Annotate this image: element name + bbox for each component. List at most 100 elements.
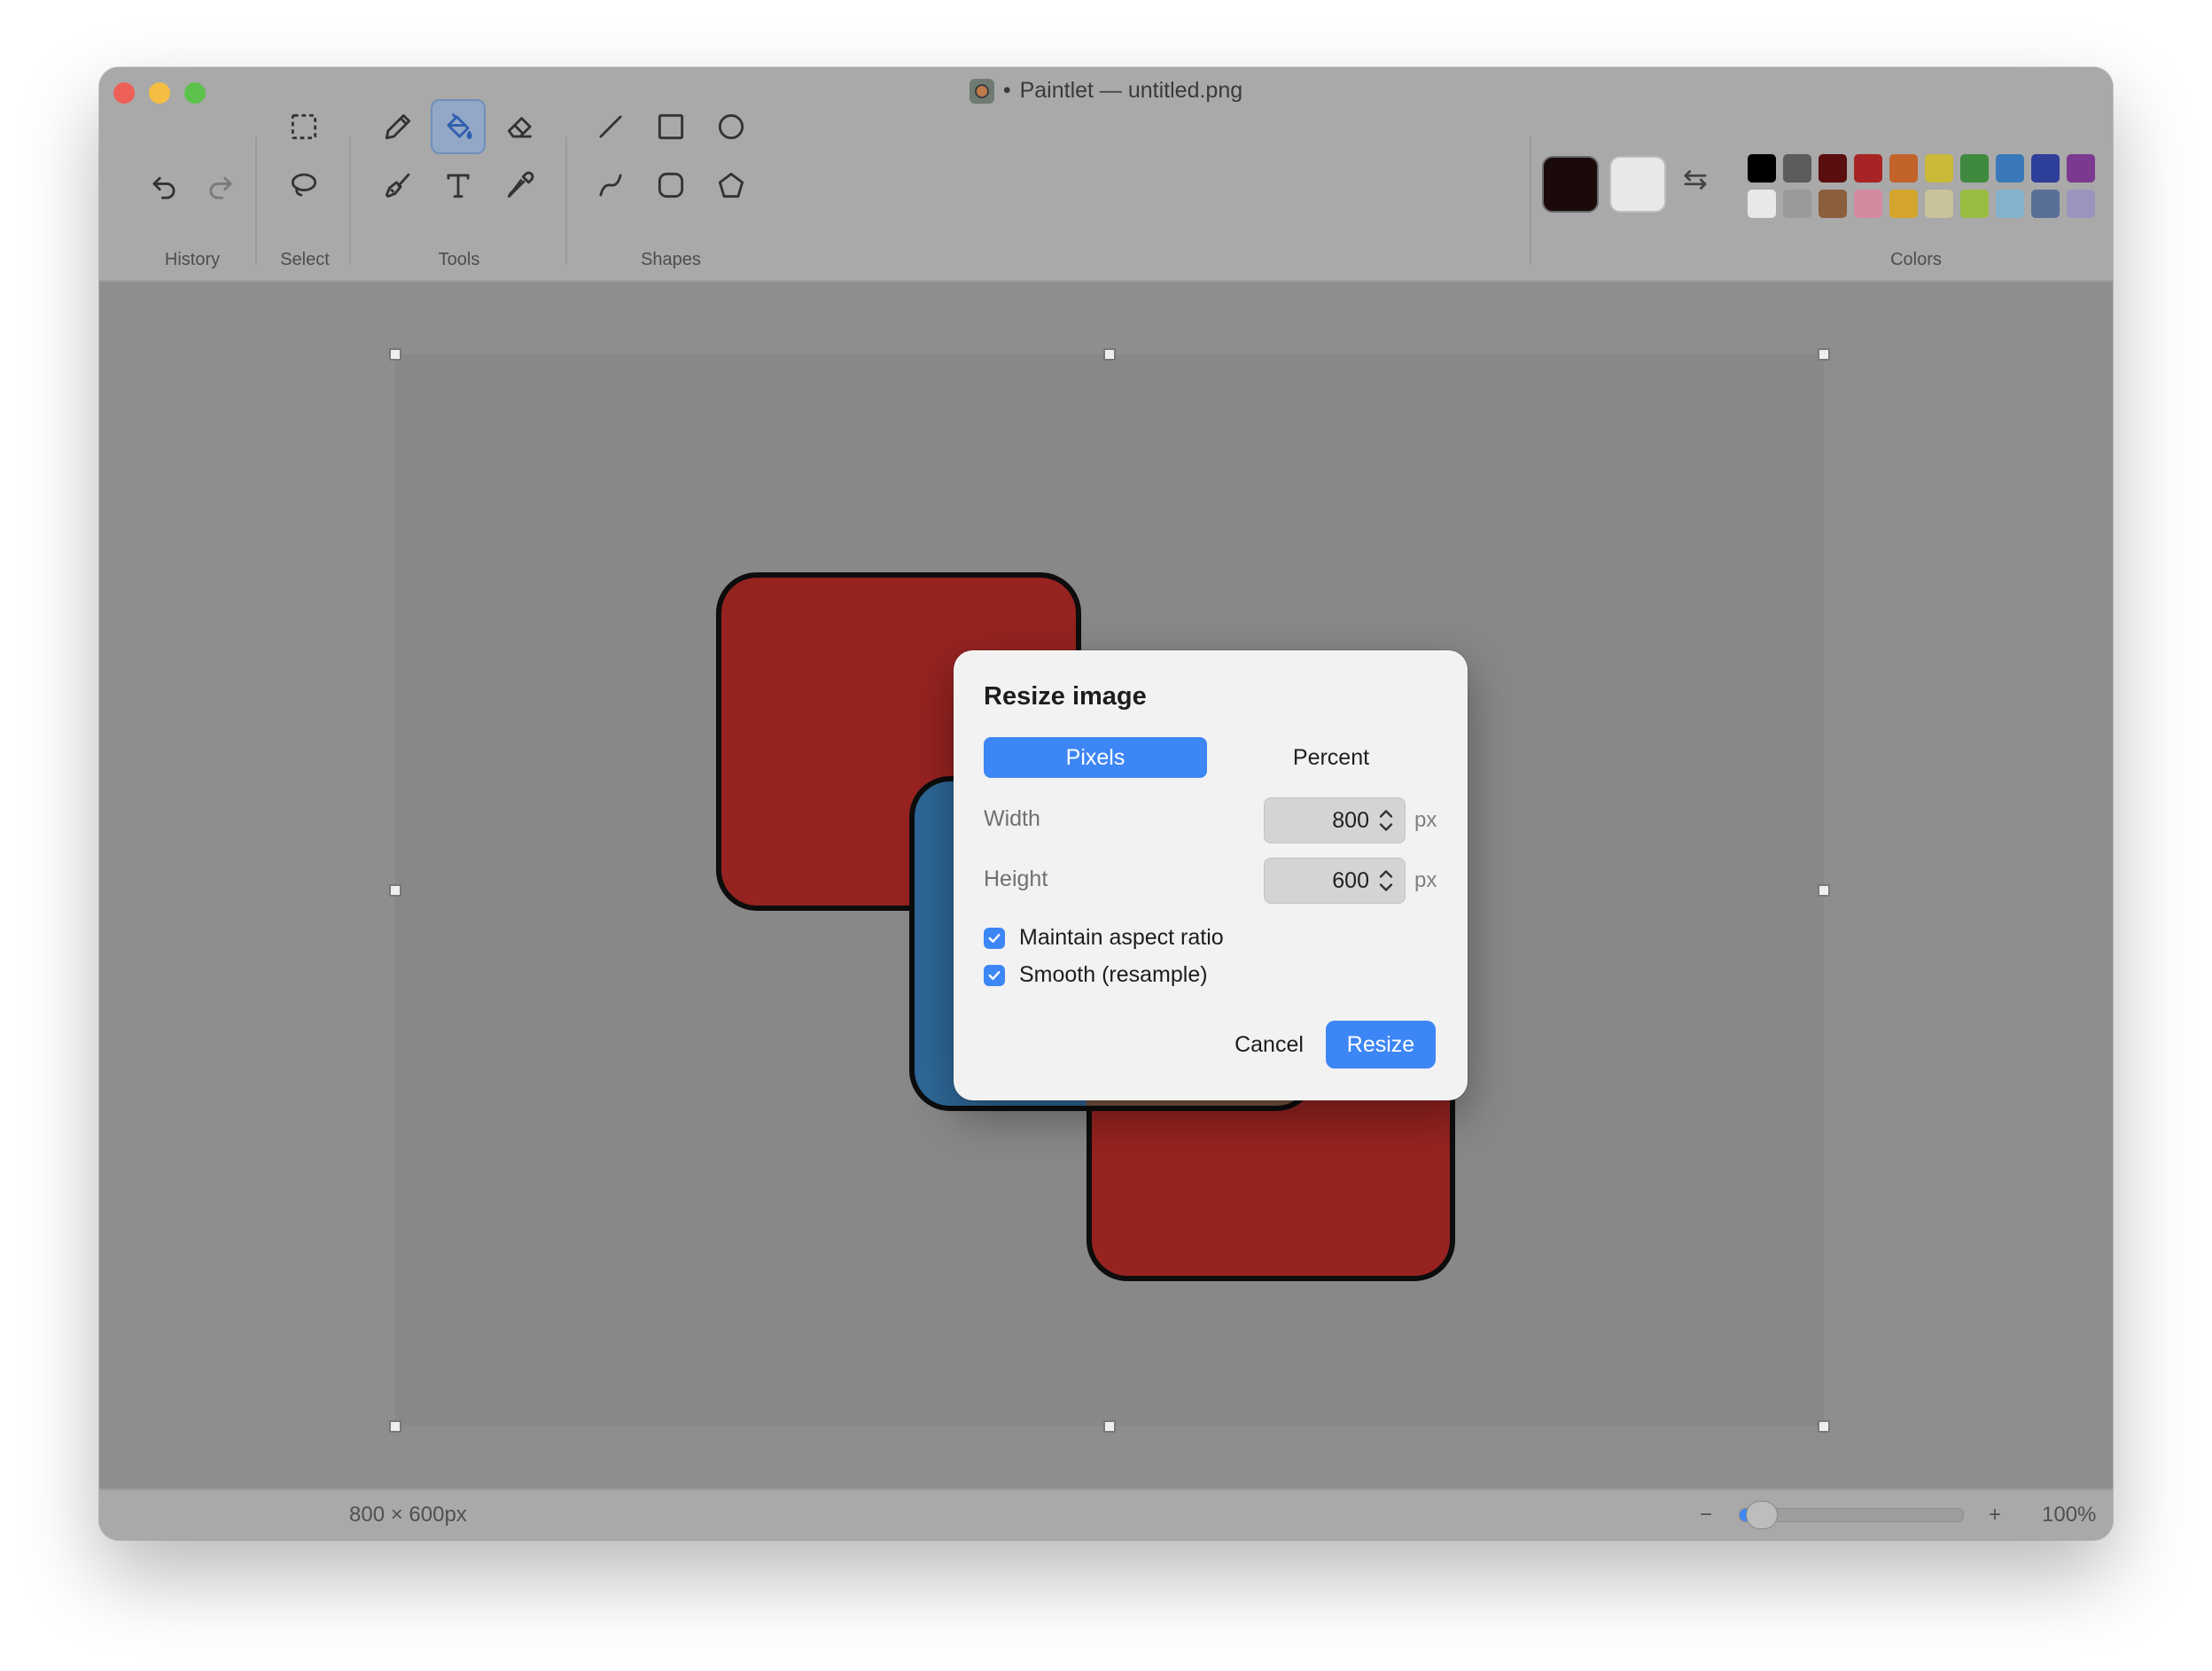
resize-handle-bottom-right[interactable]	[1818, 1420, 1830, 1433]
stepper-icon[interactable]	[1378, 807, 1394, 834]
width-label: Width	[984, 806, 1040, 831]
stepper-icon[interactable]	[1378, 867, 1394, 894]
zoom-slider[interactable]	[1739, 1501, 1964, 1529]
resize-handle-bottom-left[interactable]	[389, 1420, 401, 1433]
palette-swatch[interactable]	[1889, 154, 1918, 183]
colors-group-label: Colors	[1890, 250, 1942, 269]
brush-tool-button[interactable]	[370, 158, 425, 213]
palette-swatch[interactable]	[1925, 154, 1953, 183]
palette-swatch[interactable]	[1783, 154, 1811, 183]
history-group-label: History	[164, 250, 221, 269]
toolbar: • Paintlet — untitled.png History Select	[99, 67, 2113, 282]
eraser-tool-button[interactable]	[493, 99, 548, 154]
text-tool-button[interactable]	[431, 158, 486, 213]
width-input[interactable]: 800	[1264, 797, 1406, 843]
palette-swatch[interactable]	[2067, 154, 2095, 183]
resize-handle-left[interactable]	[389, 884, 401, 897]
maintain-aspect-checkbox[interactable]	[984, 927, 1005, 949]
rectangle-shape-button[interactable]	[643, 99, 698, 154]
zoom-out-button[interactable]: −	[1700, 1503, 1712, 1527]
smooth-checkbox[interactable]	[984, 964, 1005, 986]
palette-swatch[interactable]	[1854, 190, 1882, 218]
brush-icon	[385, 173, 410, 198]
undo-button[interactable]	[136, 158, 191, 213]
palette-swatch[interactable]	[1889, 190, 1918, 218]
toolbar-divider	[1530, 136, 1531, 264]
pencil-tool-button[interactable]	[370, 99, 425, 154]
curve-icon	[599, 174, 622, 197]
smooth-row[interactable]: Smooth (resample)	[984, 962, 1208, 988]
width-value: 800	[1332, 807, 1369, 833]
maintain-aspect-row[interactable]: Maintain aspect ratio	[984, 925, 1224, 951]
rounded-rectangle-shape-button[interactable]	[643, 158, 698, 213]
image-dimensions: 800 × 600px	[349, 1503, 467, 1527]
redo-icon	[209, 176, 232, 199]
fill-bucket-tool-button[interactable]	[431, 99, 486, 154]
checkmark-icon	[988, 933, 1001, 943]
eyedropper-icon	[507, 171, 534, 198]
eyedropper-tool-button[interactable]	[493, 158, 548, 213]
toolbar-divider	[349, 136, 351, 264]
pixels-mode-button[interactable]: Pixels	[984, 737, 1207, 778]
palette-swatch[interactable]	[1854, 154, 1882, 183]
polygon-shape-button[interactable]	[704, 158, 759, 213]
rect-select-button[interactable]	[276, 99, 331, 154]
maintain-aspect-label: Maintain aspect ratio	[1019, 925, 1224, 950]
resize-image-dialog: Resize image Pixels Percent Width 800 px…	[954, 650, 1468, 1100]
width-unit: px	[1414, 808, 1437, 832]
palette-swatch[interactable]	[1925, 190, 1953, 218]
pencil-icon	[385, 113, 411, 140]
palette-swatch[interactable]	[1960, 154, 1989, 183]
swap-colors-button[interactable]	[1673, 158, 1717, 202]
resize-handle-top-left[interactable]	[389, 348, 401, 361]
palette-swatch[interactable]	[1819, 154, 1847, 183]
eraser-icon	[507, 117, 532, 138]
smooth-label: Smooth (resample)	[1019, 962, 1208, 987]
text-icon	[447, 174, 470, 198]
zoom-slider-knob[interactable]	[1746, 1501, 1779, 1529]
resize-handle-right[interactable]	[1818, 884, 1830, 897]
palette-swatch[interactable]	[1819, 190, 1847, 218]
curve-shape-button[interactable]	[583, 158, 638, 213]
palette-swatch[interactable]	[1996, 154, 2024, 183]
title-dot: •	[1002, 78, 1011, 103]
palette-swatch[interactable]	[2067, 190, 2095, 218]
app-window: • Paintlet — untitled.png History Select	[99, 67, 2113, 1540]
palette-swatch[interactable]	[1748, 154, 1776, 183]
cancel-button[interactable]: Cancel	[1216, 1021, 1322, 1069]
resize-handle-bottom[interactable]	[1103, 1420, 1116, 1433]
redo-button[interactable]	[193, 158, 248, 213]
palette-swatch[interactable]	[2031, 190, 2060, 218]
palette-swatch[interactable]	[2031, 154, 2060, 183]
palette-swatch[interactable]	[1996, 190, 2024, 218]
height-unit: px	[1414, 868, 1437, 892]
secondary-color-swatch[interactable]	[1609, 156, 1666, 213]
palette-swatch[interactable]	[1783, 190, 1811, 218]
percent-mode-button[interactable]: Percent	[1219, 737, 1443, 778]
line-shape-button[interactable]	[583, 99, 638, 154]
resize-handle-top-right[interactable]	[1818, 348, 1830, 361]
palette-swatch[interactable]	[1748, 190, 1776, 218]
ellipse-shape-button[interactable]	[704, 99, 759, 154]
rectangle-icon	[658, 113, 684, 140]
pentagon-icon	[718, 172, 744, 198]
checkmark-icon	[988, 970, 1001, 980]
select-group-label: Select	[280, 250, 330, 269]
height-value: 600	[1332, 867, 1369, 893]
height-input[interactable]: 600	[1264, 858, 1406, 904]
document-icon	[969, 78, 994, 104]
undo-icon	[152, 176, 175, 199]
toolbar-divider	[565, 136, 567, 264]
tools-group-label: Tools	[438, 250, 480, 269]
title-text: Paintlet — untitled.png	[1019, 78, 1243, 103]
resize-handle-top[interactable]	[1103, 348, 1116, 361]
resize-button[interactable]: Resize	[1326, 1021, 1436, 1069]
palette-swatch[interactable]	[1960, 190, 1989, 218]
dialog-title: Resize image	[984, 682, 1147, 711]
rect-select-icon	[291, 113, 317, 140]
zoom-in-button[interactable]: +	[1989, 1503, 2001, 1527]
fill-bucket-icon	[447, 113, 472, 140]
primary-color-swatch[interactable]	[1542, 156, 1599, 213]
circle-icon	[718, 113, 744, 140]
lasso-select-button[interactable]	[276, 158, 331, 213]
